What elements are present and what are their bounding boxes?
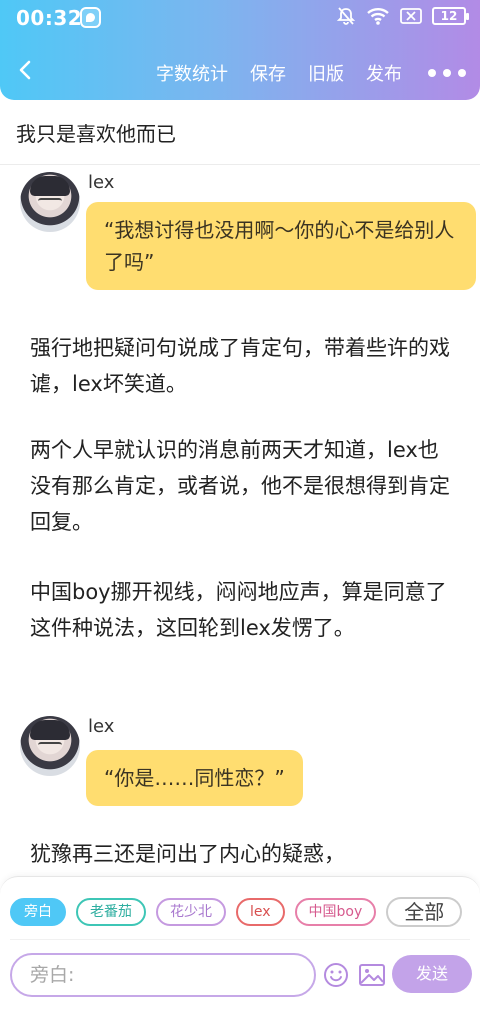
message-input[interactable] <box>10 953 316 997</box>
status-icons: 12 <box>336 6 469 26</box>
avatar <box>20 172 80 232</box>
chip-lex[interactable]: lex <box>236 898 285 926</box>
emoji-icon[interactable] <box>322 961 350 989</box>
battery-icon: 12 <box>432 7 469 25</box>
back-arrow-icon[interactable] <box>14 58 38 82</box>
more-options-icon[interactable] <box>428 69 466 77</box>
toolbar-actions: 字数统计 保存 旧版 发布 <box>156 60 466 86</box>
title-divider <box>0 164 480 165</box>
avatar <box>20 716 80 776</box>
editor-toolbar: 字数统计 保存 旧版 发布 <box>0 40 480 100</box>
narration-paragraph[interactable]: 两个人早就认识的消息前两天才知道，lex也没有那么肯定，或者说，他不是很想得到肯… <box>30 432 450 540</box>
header-background: 00:32 12 字数统计 保存 旧版 发布 <box>0 0 480 100</box>
mute-bell-icon <box>336 7 356 25</box>
speaker-name: lex <box>88 172 115 193</box>
speaker-name: lex <box>88 716 115 737</box>
wifi-icon <box>367 8 389 25</box>
dialog-block-2[interactable]: lex “你是……同性恋？” <box>20 716 480 820</box>
chip-zhongguoboy[interactable]: 中国boy <box>294 898 377 926</box>
dialog-block-1[interactable]: lex “我想讨得也没用啊～你的心不是给别人了吗” <box>20 172 480 312</box>
publish-button[interactable]: 发布 <box>366 60 402 86</box>
no-sim-icon <box>400 8 422 24</box>
status-time: 00:32 <box>16 6 83 30</box>
chip-all[interactable]: 全部 <box>386 897 463 927</box>
chip-huashaobei[interactable]: 花少北 <box>156 898 226 926</box>
chip-narrator[interactable]: 旁白 <box>10 898 66 926</box>
chip-divider <box>10 939 470 940</box>
save-button[interactable]: 保存 <box>250 60 286 86</box>
dialog-bubble: “你是……同性恋？” <box>86 750 303 806</box>
send-button[interactable]: 发送 <box>392 955 472 993</box>
dialog-bubble: “我想讨得也没用啊～你的心不是给别人了吗” <box>86 202 476 290</box>
old-version-button[interactable]: 旧版 <box>308 60 344 86</box>
chip-laofanqie[interactable]: 老番茄 <box>76 898 146 926</box>
input-row: 发送 <box>10 953 472 997</box>
narration-paragraph[interactable]: 强行地把疑问句说成了肯定句，带着些许的戏谑，lex坏笑道。 <box>30 330 450 402</box>
character-chips: 旁白 老番茄 花少北 lex 中国boy 全部 <box>10 897 463 927</box>
narration-paragraph[interactable]: 犹豫再三还是问出了内心的疑惑， <box>30 836 450 872</box>
status-bar: 00:32 12 <box>0 0 480 36</box>
story-title[interactable]: 我只是喜欢他而已 <box>16 118 176 147</box>
composer-panel: 旁白 老番茄 花少北 lex 中国boy 全部 发送 <box>0 876 480 1016</box>
app-notification-icon <box>80 7 101 28</box>
image-icon[interactable] <box>358 961 386 989</box>
word-count-button[interactable]: 字数统计 <box>156 60 228 86</box>
narration-paragraph[interactable]: 中国boy挪开视线，闷闷地应声，算是同意了这件种说法，这回轮到lex发愣了。 <box>30 574 450 646</box>
